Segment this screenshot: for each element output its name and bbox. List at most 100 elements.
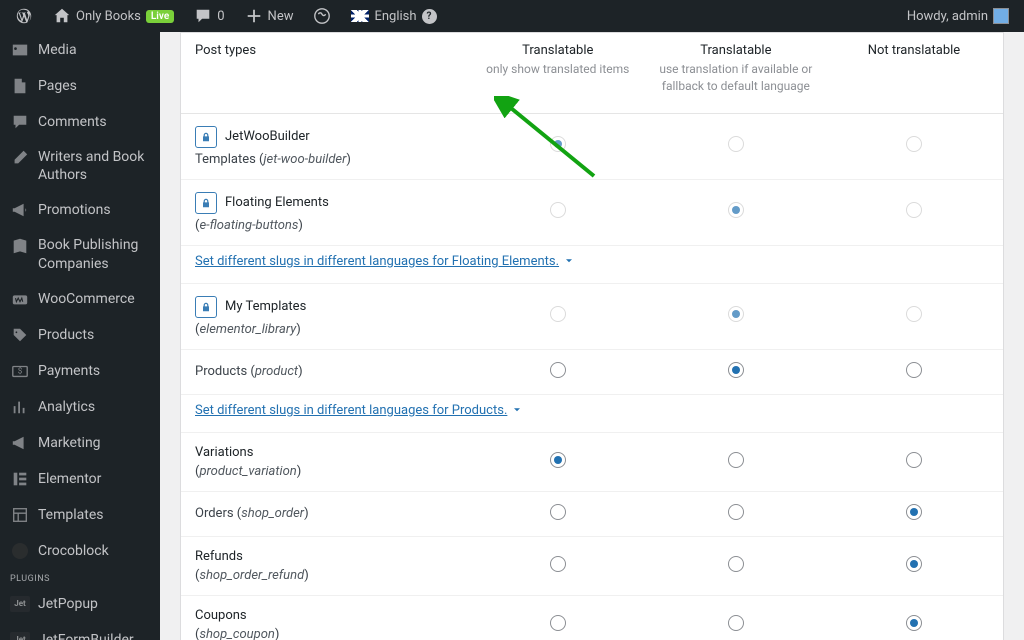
- th-not-translatable: Not translatable: [835, 43, 993, 58]
- translation-radio[interactable]: [550, 615, 566, 631]
- sidebar-item-label: Templates: [38, 507, 104, 523]
- translation-radio: [550, 306, 566, 322]
- wpml-icon: [313, 7, 331, 25]
- table-row: Coupons(shop_coupon): [181, 596, 1003, 640]
- translation-radio: [550, 202, 566, 218]
- sidebar-item-payments[interactable]: $Payments: [0, 353, 160, 389]
- sidebar-item-products[interactable]: Products: [0, 317, 160, 353]
- post-type-name: My Templates: [195, 296, 455, 318]
- sidebar-item-elementor[interactable]: Elementor: [0, 461, 160, 497]
- translation-radio[interactable]: [906, 504, 922, 520]
- translation-radio: [728, 136, 744, 152]
- live-badge: Live: [146, 10, 174, 23]
- post-type-name: Variations: [195, 445, 455, 460]
- comment-icon: [194, 7, 212, 25]
- language-switcher[interactable]: English ?: [344, 0, 443, 32]
- translation-radio[interactable]: [906, 362, 922, 378]
- post-types-table: Post types Translatable only show transl…: [180, 32, 1004, 640]
- translation-radio[interactable]: [906, 556, 922, 572]
- new-label: New: [268, 9, 294, 24]
- marketing-icon: [10, 433, 30, 453]
- sidebar-item-jetformbuilder[interactable]: JetJetFormBuilder: [0, 622, 160, 640]
- post-type-slug: (elementor_library): [195, 322, 455, 337]
- sidebar-item-label: Media: [38, 42, 77, 58]
- woocommerce-icon: [10, 289, 30, 309]
- translation-radio[interactable]: [906, 452, 922, 468]
- sidebar-item-pages[interactable]: Pages: [0, 68, 160, 104]
- translation-radio: [728, 202, 744, 218]
- wp-logo[interactable]: [8, 0, 40, 32]
- sidebar-item-templates[interactable]: Templates: [0, 497, 160, 533]
- translation-radio[interactable]: [906, 615, 922, 631]
- jetformbuilder-icon: Jet: [10, 630, 30, 640]
- chevron-down-icon: [563, 255, 575, 267]
- th-translatable-only: Translatable: [479, 43, 637, 58]
- th-translatable-fallback-sub: use translation if available or fallback…: [657, 61, 815, 95]
- translation-radio[interactable]: [550, 504, 566, 520]
- sidebar-item-label: Elementor: [38, 471, 101, 487]
- post-type-name: Floating Elements: [195, 192, 455, 214]
- media-icon: [10, 40, 30, 60]
- translation-radio: [728, 306, 744, 322]
- sidebar-item-analytics[interactable]: Analytics: [0, 389, 160, 425]
- templates-icon: [10, 505, 30, 525]
- new-content-link[interactable]: New: [238, 0, 301, 32]
- translation-radio[interactable]: [728, 362, 744, 378]
- lock-icon: [195, 126, 217, 148]
- translation-radio[interactable]: [728, 452, 744, 468]
- table-row: Variations (product_variation): [181, 433, 1003, 492]
- post-type-slug: Templates (jet-woo-builder): [195, 152, 455, 167]
- th-translatable-fallback: Translatable: [657, 43, 815, 58]
- sidebar-item-label: Products: [38, 327, 94, 343]
- admin-sidebar: Media PagesComments Writers and Book Autho…: [0, 32, 160, 640]
- sidebar-item-comments[interactable]: Comments: [0, 104, 160, 140]
- translation-radio[interactable]: [550, 362, 566, 378]
- slug-link-row: Set different slugs in different languag…: [181, 395, 1003, 433]
- avatar: [993, 8, 1009, 24]
- comments-icon: [10, 112, 30, 132]
- sidebar-item-label: Writers and Book Authors: [38, 148, 150, 184]
- analytics-icon: [10, 397, 30, 417]
- sidebar-item-writers[interactable]: Writers and Book Authors: [0, 140, 160, 192]
- set-slug-link[interactable]: Set different slugs in different languag…: [195, 254, 575, 269]
- adminbar: Only Books Live 0 New English ? Howdy, a…: [0, 0, 1024, 32]
- wpml-link[interactable]: [306, 0, 338, 32]
- set-slug-link[interactable]: Set different slugs in different languag…: [195, 403, 523, 418]
- account-link[interactable]: Howdy, admin: [900, 0, 1016, 32]
- translation-radio[interactable]: [728, 556, 744, 572]
- sidebar-item-label: Promotions: [38, 202, 111, 218]
- sidebar-item-jetpopup[interactable]: JetJetPopup: [0, 586, 160, 622]
- sidebar-item-marketing[interactable]: Marketing: [0, 425, 160, 461]
- main-content: Post types Translatable only show transl…: [160, 32, 1024, 640]
- translation-radio: [906, 202, 922, 218]
- sidebar-item-crocoblock[interactable]: Crocoblock: [0, 533, 160, 569]
- table-row: My Templates (elementor_library): [181, 284, 1003, 350]
- translation-radio: [550, 136, 566, 152]
- site-title: Only Books: [76, 9, 141, 24]
- site-name-link[interactable]: Only Books Live: [46, 0, 181, 32]
- sidebar-item-media[interactable]: Media: [0, 32, 160, 68]
- translation-radio[interactable]: [728, 615, 744, 631]
- promotions-icon: [10, 200, 30, 220]
- th-translatable-only-sub: only show translated items: [479, 61, 637, 78]
- crocoblock-icon: [10, 541, 30, 561]
- table-header: Post types Translatable only show transl…: [181, 33, 1003, 114]
- sidebar-item-promotions[interactable]: Promotions: [0, 192, 160, 228]
- products-icon: [10, 325, 30, 345]
- sidebar-item-woocommerce[interactable]: WooCommerce: [0, 281, 160, 317]
- plugins-section-label: PLUGINS: [0, 569, 160, 586]
- post-type-slug: (product_variation): [195, 464, 455, 479]
- translation-radio[interactable]: [550, 452, 566, 468]
- sidebar-item-label: WooCommerce: [38, 291, 135, 307]
- translation-radio[interactable]: [550, 556, 566, 572]
- table-row: JetWooBuilderTemplates (jet-woo-builder): [181, 114, 1003, 180]
- translation-radio[interactable]: [728, 504, 744, 520]
- sidebar-item-label: Payments: [38, 363, 100, 379]
- jetpopup-icon: Jet: [10, 594, 30, 614]
- writers-icon: [10, 148, 30, 168]
- comments-link[interactable]: 0: [187, 0, 231, 32]
- pages-icon: [10, 76, 30, 96]
- sidebar-item-label: Book Publishing Companies: [38, 236, 150, 272]
- post-type-slug: Products (product): [195, 364, 455, 379]
- sidebar-item-bookpub[interactable]: Book Publishing Companies: [0, 228, 160, 280]
